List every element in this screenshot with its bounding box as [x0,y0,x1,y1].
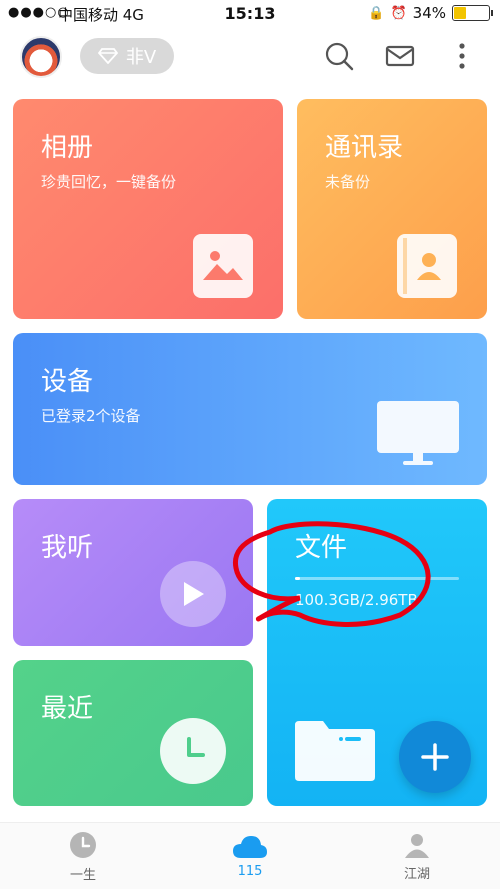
folder-icon [295,721,375,781]
clock-icon [160,718,226,784]
plus-icon [421,743,449,771]
nav-item-yisheng[interactable]: 一生 [23,823,143,889]
cloud-icon [233,836,267,858]
listen-title: 我听 [41,533,94,563]
status-right: 🔒 ⏰ 34% [368,4,493,22]
storage-progress-fill [295,577,301,580]
album-subtitle: 珍贵回忆，一键备份 [41,173,177,191]
devices-title: 设备 [41,367,94,397]
storage-progress [295,577,459,580]
clock-icon [70,832,96,858]
recent-title: 最近 [41,694,94,724]
play-icon [160,561,226,627]
album-card[interactable]: 相册 珍贵回忆，一键备份 [13,99,283,319]
address-book-icon [397,234,457,298]
storage-usage: 100.3GB/2.96TB [295,591,418,609]
search-icon[interactable] [323,40,355,72]
contacts-card[interactable]: 通讯录 未备份 [297,99,487,319]
people-icon [405,834,429,858]
files-card[interactable]: 文件 100.3GB/2.96TB [267,499,487,806]
monitor-icon [377,401,459,465]
battery-icon [452,5,493,21]
listen-card[interactable]: 我听 [13,499,253,646]
rotation-lock-icon: 🔒 [368,5,385,21]
alarm-icon: ⏰ [390,5,407,21]
add-button[interactable] [399,721,471,793]
nav-label: 115 [237,864,263,879]
nav-item-115[interactable]: 115 [190,823,310,889]
nav-item-jianghu[interactable]: 江湖 [357,823,477,889]
mail-icon[interactable] [384,40,416,72]
devices-card[interactable]: 设备 已登录2个设备 [13,333,487,485]
photo-icon [193,234,253,298]
files-title: 文件 [295,533,348,563]
vip-badge[interactable]: 非V [80,38,174,74]
avatar[interactable] [20,36,62,78]
more-icon[interactable] [446,40,478,72]
album-title: 相册 [41,133,94,163]
vip-label: 非V [125,47,157,68]
contacts-title: 通讯录 [325,133,404,163]
nav-label: 一生 [69,868,96,883]
devices-subtitle: 已登录2个设备 [41,407,141,425]
diamond-icon [97,48,118,64]
status-bar: ●●●○○ 中国移动 4G 15:13 🔒 ⏰ 34% [0,0,500,28]
nav-label: 江湖 [403,867,430,882]
battery-percent: 34% [412,4,446,22]
contacts-subtitle: 未备份 [325,173,371,191]
recent-card[interactable]: 最近 [13,660,253,806]
battery-fill [454,7,466,19]
bottom-nav: 一生 115 江湖 [0,822,500,889]
